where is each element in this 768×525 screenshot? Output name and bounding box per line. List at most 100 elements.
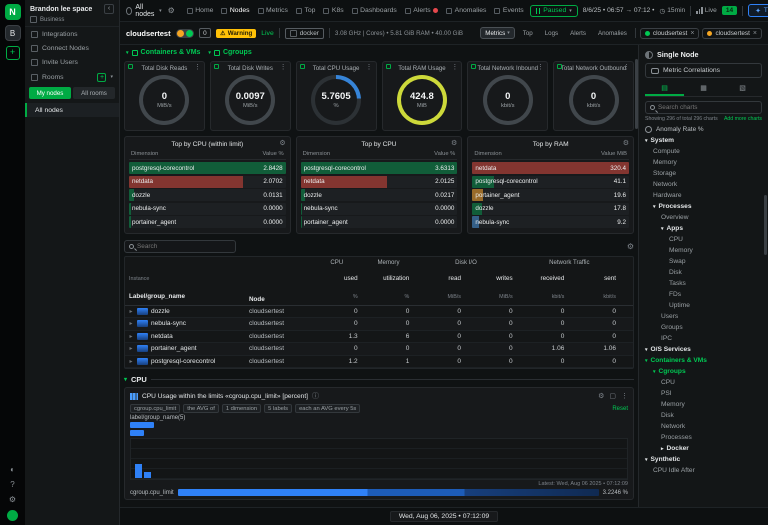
menu-item-containers-vms[interactable]: ▾Containers & VMs — [639, 355, 768, 366]
top-table-row[interactable]: dozzle 0.0217 — [301, 189, 458, 201]
menu-item-cpu[interactable]: CPU — [639, 234, 768, 245]
chart-plot-area[interactable] — [130, 438, 628, 480]
open-node-chip[interactable]: cloudsertest× — [640, 28, 700, 39]
netdata-logo[interactable]: N — [5, 4, 21, 20]
space-avatar[interactable]: B — [5, 25, 21, 41]
chart-search-input[interactable] — [658, 104, 757, 111]
top-table-row[interactable]: postgresql-corecontrol 2.8428 — [129, 162, 286, 174]
definition-chip[interactable]: each an AVG every 5s — [295, 404, 360, 413]
chart-settings-icon[interactable]: ⚙ — [598, 392, 604, 400]
menu-item-network[interactable]: Network — [639, 421, 768, 432]
metric-card-total-disk-writes[interactable]: ⋮ Total Disk Writes 0.0097 MiB/s — [210, 61, 291, 131]
add-room-button[interactable]: + — [97, 73, 106, 82]
top-table-row[interactable]: dozzle 0.0131 — [129, 189, 286, 201]
card-menu-icon[interactable]: ⋮ — [366, 63, 373, 71]
menu-item-network[interactable]: Network — [639, 179, 768, 190]
card-menu-icon[interactable]: ⋮ — [623, 63, 630, 71]
gear-icon[interactable]: ⚙ — [168, 6, 175, 15]
scope-selector[interactable]: All nodes ▾ — [126, 4, 162, 18]
node-view-top[interactable]: Top — [519, 28, 537, 38]
metric-card-total-network-inbound[interactable]: ⋮ Total Network Inbound 0 kbit/s — [467, 61, 548, 131]
troubleshoot-ai-button[interactable]: ✦ Troubleshoot with AI — [748, 4, 768, 17]
close-icon[interactable]: × — [753, 30, 757, 37]
table-row[interactable]: ▸ postgresql-corecontrol cloudsertest 1.… — [125, 356, 633, 369]
expand-icon[interactable]: ▸ — [125, 308, 137, 315]
node-view-metrics[interactable]: Metrics▾ — [480, 27, 514, 39]
chart-search[interactable] — [645, 101, 762, 114]
menu-item-apps[interactable]: ▾Apps — [639, 223, 768, 234]
expand-icon[interactable]: ▸ — [125, 358, 137, 365]
node-header[interactable]: Node — [249, 296, 311, 303]
view-mode[interactable]: Single Node — [639, 45, 768, 62]
menu-item-swap[interactable]: Swap — [639, 256, 768, 267]
menu-item-users[interactable]: Users — [639, 311, 768, 322]
tab-top[interactable]: Top — [296, 7, 315, 14]
top-table-row[interactable]: portainer_agent 19.6 — [472, 189, 629, 201]
column-header-writes[interactable]: writesMiB/s — [466, 267, 518, 303]
table-settings-icon[interactable]: ⚙ — [623, 139, 629, 147]
column-header-utilization[interactable]: utilization% — [363, 267, 415, 303]
column-header-sent[interactable]: sentkbit/s — [569, 267, 621, 303]
anomaly-rate-toggle[interactable]: Anomaly Rate % — [645, 126, 762, 133]
metric-card-total-ram-usage[interactable]: ⋮ Total RAM Usage 424.8 MiB — [382, 61, 463, 131]
warning-badge[interactable]: ⚠ Warning — [216, 29, 256, 38]
instance-header[interactable]: Instance — [129, 276, 149, 282]
node-name[interactable]: cloudsertest — [126, 29, 171, 38]
card-menu-icon[interactable]: ⋮ — [451, 63, 458, 71]
table-row[interactable]: ▸ dozzle cloudsertest 000000 — [125, 306, 633, 319]
tab-metrics[interactable]: Metrics — [258, 7, 288, 14]
add-charts-link[interactable]: Add more charts — [724, 116, 762, 122]
tab-home[interactable]: Home — [187, 7, 214, 14]
menu-item-cpu[interactable]: CPU — [639, 377, 768, 388]
expand-icon[interactable]: ▸ — [125, 333, 137, 340]
theme-icon[interactable]: ◐ — [10, 465, 15, 474]
breadcrumb-sub[interactable]: ▾ Cgroups — [208, 49, 251, 56]
legend-label[interactable]: label/group_name(5) — [130, 415, 628, 421]
tab-nodes[interactable]: Nodes — [221, 7, 249, 14]
more-icon[interactable]: ⋮ — [621, 392, 628, 400]
tab-anomalies[interactable]: Anomalies — [446, 7, 486, 14]
tab-alerts[interactable]: Alerts — [405, 7, 438, 14]
column-header-received[interactable]: receivedkbit/s — [518, 267, 570, 303]
critical-alerts-badge[interactable]: 0 — [199, 28, 212, 38]
charts-tab[interactable]: ▤ — [645, 82, 684, 96]
menu-item-memory[interactable]: Memory — [639, 399, 768, 410]
column-header-read[interactable]: readMiB/s — [414, 267, 466, 303]
card-menu-icon[interactable]: ⋮ — [194, 63, 201, 71]
room-all-nodes[interactable]: All nodes — [25, 103, 119, 117]
menu-item-disk[interactable]: Disk — [639, 410, 768, 421]
tab-k8s[interactable]: K8s — [323, 7, 343, 14]
play-pause-button[interactable]: Paused ▾ — [530, 5, 578, 17]
tab-dashboards[interactable]: Dashboards — [352, 7, 397, 14]
settings-icon[interactable]: ⚙ — [9, 495, 16, 504]
menu-item-fds[interactable]: FDs — [639, 289, 768, 300]
node-view-anomalies[interactable]: Anomalies — [594, 28, 631, 38]
table-row[interactable]: ▸ netdata cloudsertest 1.360000 — [125, 331, 633, 344]
menu-item-cgroups[interactable]: ▾Cgroups — [639, 366, 768, 377]
menu-item-processes[interactable]: Processes — [639, 432, 768, 443]
overview-tab[interactable]: ▦ — [684, 82, 723, 96]
top-table-row[interactable]: portainer_agent 0.0000 — [301, 216, 458, 228]
expand-icon[interactable]: ▸ — [125, 320, 137, 327]
node-toggle[interactable] — [176, 29, 194, 38]
definition-chip[interactable]: 5 labels — [264, 404, 292, 413]
node-view-logs[interactable]: Logs — [541, 28, 562, 38]
table-settings-icon[interactable]: ⚙ — [279, 139, 285, 147]
add-space-button[interactable]: + — [6, 46, 20, 60]
docker-tag[interactable]: docker — [285, 28, 324, 39]
sidebar-item-invite-users[interactable]: Invite Users — [25, 55, 119, 69]
card-menu-icon[interactable]: ⋮ — [537, 63, 544, 71]
definition-chip[interactable]: the AVG of — [183, 404, 219, 413]
legend-pill[interactable] — [130, 422, 154, 428]
menu-item-psi[interactable]: PSI — [639, 388, 768, 399]
menu-item-processes[interactable]: ▾Processes — [639, 201, 768, 212]
alerts-tab[interactable]: ▧ — [723, 82, 762, 96]
table-search[interactable] — [124, 240, 236, 253]
time-range[interactable]: 8/6/25 • 06:57 → 07:12 • — [583, 7, 655, 14]
sidebar-item-rooms[interactable]: Rooms + ▾ — [25, 69, 119, 85]
top-table-row[interactable]: netdata 2.0125 — [301, 176, 458, 188]
expand-icon[interactable]: ▸ — [125, 345, 137, 352]
open-node-chip[interactable]: cloudsertest× — [702, 28, 762, 39]
menu-item-hardware[interactable]: Hardware — [639, 190, 768, 201]
menu-item-system[interactable]: ▾System — [639, 135, 768, 146]
